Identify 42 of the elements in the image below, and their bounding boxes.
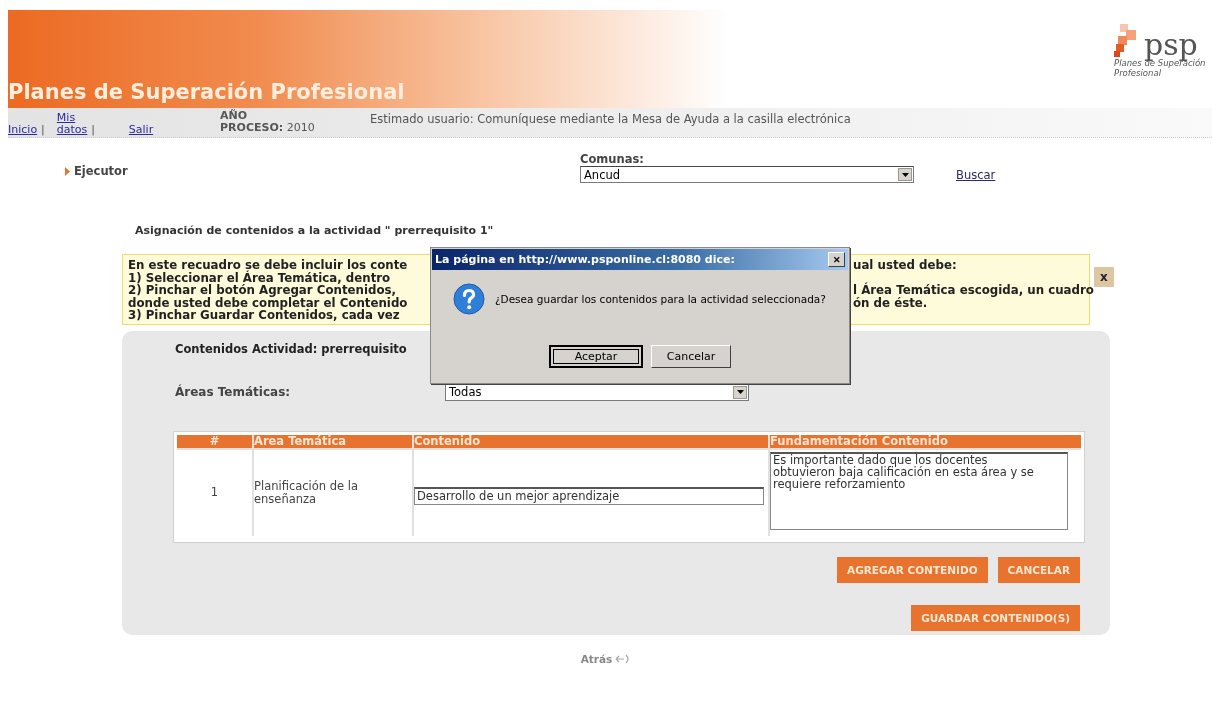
nav-link[interactable]: Salir xyxy=(128,122,154,136)
field-label: Comunas: xyxy=(580,152,645,166)
instruction-text: donde usted debe completar el Contenido xyxy=(128,296,408,310)
content-input[interactable]: Desarrollo de un mejor aprendizaje xyxy=(414,486,764,505)
column-header: # xyxy=(177,434,252,448)
instruction-text: 3) Pinchar Guardar Contenidos, cada vez xyxy=(128,309,400,322)
dialog-button[interactable]: Aceptar xyxy=(549,345,643,368)
back-link[interactable]: Atrás xyxy=(580,652,613,665)
page-heading: Asignación de contenidos a la actividad " prerrequisito 1" xyxy=(135,224,495,239)
table-cell: 1 xyxy=(177,449,252,536)
section-label: Ejecutor xyxy=(74,164,128,178)
dialog-button[interactable]: Cancelar xyxy=(651,345,731,368)
search-link[interactable]: Buscar xyxy=(956,152,996,182)
triangle-icon xyxy=(65,166,70,176)
logo-tagline: Profesional xyxy=(1114,68,1162,78)
back-arrow-icon xyxy=(615,653,632,664)
column-header: Fundamentación Contenido xyxy=(770,434,1081,448)
close-button[interactable]: ✕ xyxy=(828,252,845,267)
instruction-text: l Área Temática escogida, un cuadro xyxy=(853,284,1094,297)
instruction-text: 2) Pinchar el botón Agregar Contenidos, xyxy=(128,284,397,297)
dialog-message: ¿Desea guardar los contenidos para la actividad seleccionada? xyxy=(495,293,826,305)
table-cell: Planificación de la enseñanza xyxy=(254,449,412,536)
separator: | xyxy=(91,124,96,136)
commune-select[interactable]: Ancud xyxy=(580,166,914,183)
activity-label: Contenidos Actividad: prerrequisito xyxy=(175,341,407,356)
column-header: Contenido xyxy=(414,434,768,448)
instruction-text: ón de éste. xyxy=(853,296,928,310)
nav-link[interactable]: Inicio xyxy=(8,122,38,136)
separator: | xyxy=(41,124,45,136)
question-icon xyxy=(453,283,485,315)
close-button[interactable]: x xyxy=(1093,267,1114,287)
instruction-text: ual usted debe: xyxy=(853,259,957,272)
nav-link[interactable]: Mis datos xyxy=(56,110,88,136)
user-message: Estimado usuario: Comuníquese mediante la Mesa de Ayuda a la casilla electrónica xyxy=(370,111,851,126)
instruction-text: 1) Seleccionar el Área Temática, dentro xyxy=(128,271,391,285)
column-header: Área Temática xyxy=(254,434,412,448)
site-title: Planes de Superación Profesional xyxy=(8,80,405,106)
dialog-title: La página en http://www.psponline.cl:8080 dice: xyxy=(435,253,735,266)
rationale-textarea[interactable]: Es importante dado que los docentes obtuvieron baja calificación en esta área y se requiere reforzamiento xyxy=(770,451,1068,530)
process-year: AÑO PROCESO: 2010 xyxy=(220,110,316,134)
instruction-text: En este recuadro se debe incluir los conte xyxy=(128,259,408,272)
field-label: Áreas Temáticas: xyxy=(175,385,292,400)
